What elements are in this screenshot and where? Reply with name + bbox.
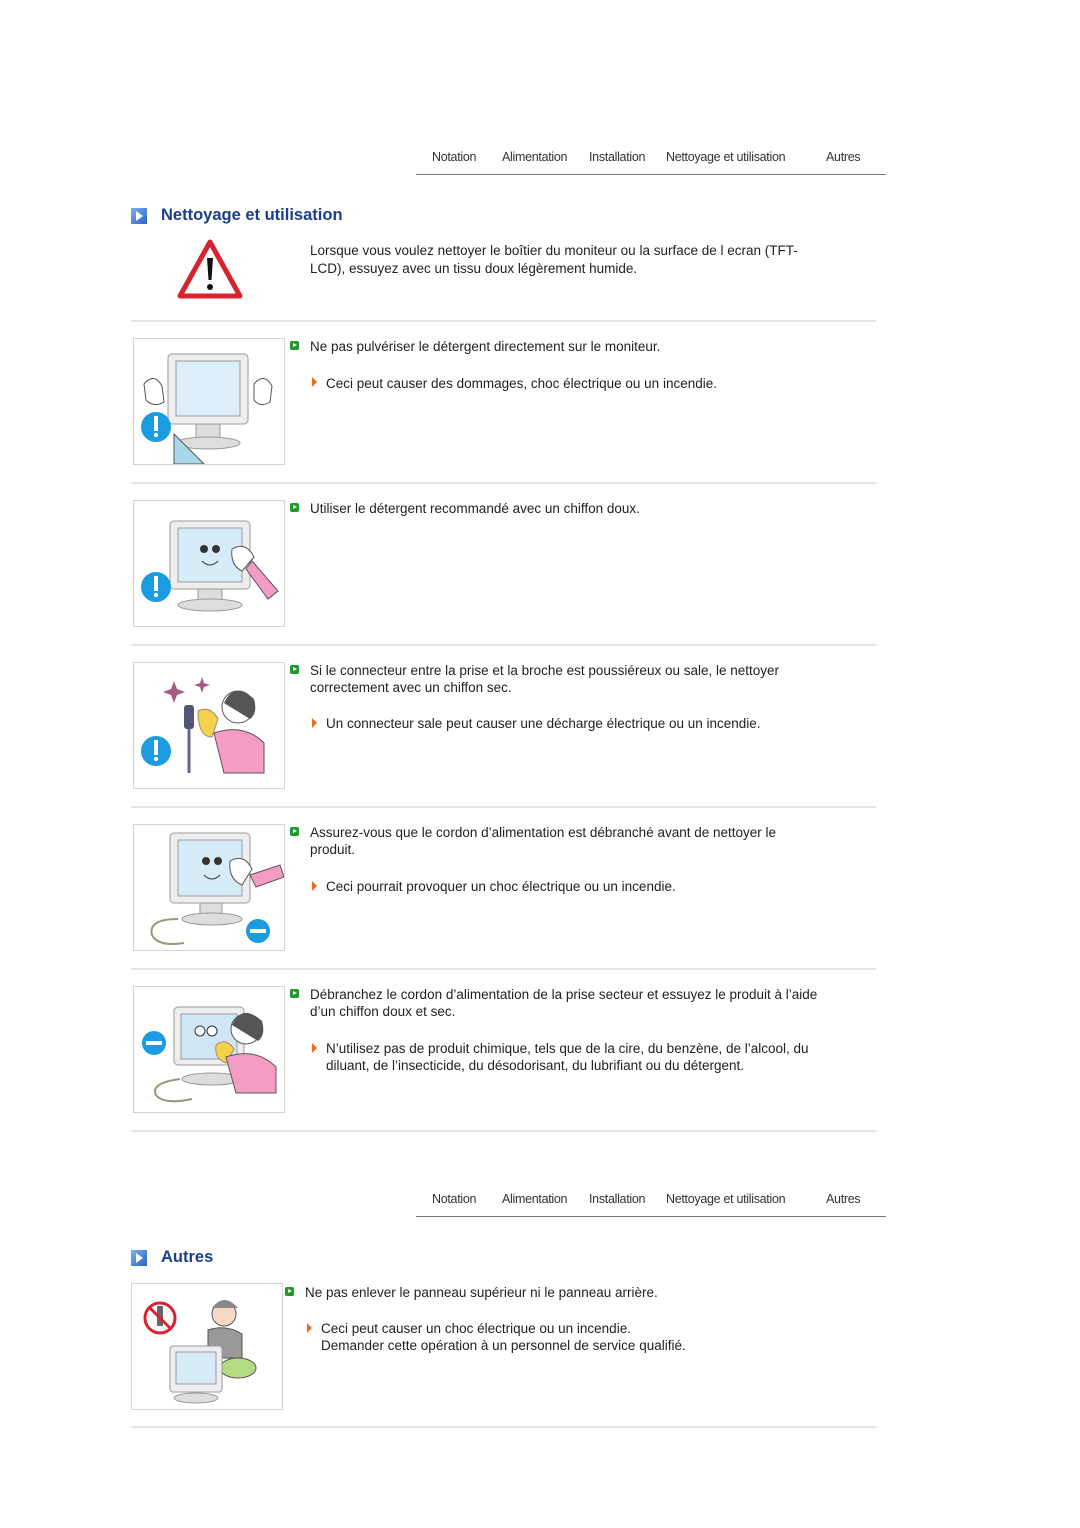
illustration-clean-plug <box>133 662 285 789</box>
divider <box>131 968 876 970</box>
nav-installation[interactable]: Installation <box>589 150 645 164</box>
illustration-spray-monitor <box>133 338 285 465</box>
green-bullet-icon <box>290 503 299 512</box>
play-square-icon <box>131 1249 147 1266</box>
divider <box>131 644 876 646</box>
item-main-text: Utiliser le détergent recommandé avec un… <box>310 501 640 516</box>
section-title-autres: Autres <box>131 1248 213 1267</box>
orange-arrow-icon <box>312 881 317 891</box>
item-sub-text: Ceci peut causer des dommages, choc élec… <box>326 376 717 391</box>
nav-installation[interactable]: Installation <box>589 1192 645 1206</box>
item-sub-text: Ceci pourrait provoquer un choc électriq… <box>326 879 676 894</box>
illustration-unplug-and-wipe <box>133 986 285 1113</box>
item-main-text: Ne pas enlever le panneau supérieur ni l… <box>305 1285 658 1300</box>
nav-autres[interactable]: Autres <box>826 150 861 164</box>
item-main-text: correctement avec un chiffon sec. <box>310 680 512 695</box>
divider <box>131 482 876 484</box>
intro-text-line1: Lorsque vous voulez nettoyer le boîtier … <box>310 243 798 258</box>
green-bullet-icon <box>290 665 299 674</box>
nav-alimentation[interactable]: Alimentation <box>502 1192 567 1206</box>
item-main-text: produit. <box>310 842 356 857</box>
illustration-do-not-open <box>131 1283 283 1410</box>
divider <box>131 1130 876 1132</box>
illustration-unplugged-wipe <box>133 824 285 951</box>
green-bullet-icon <box>290 989 299 998</box>
orange-arrow-icon <box>307 1323 312 1333</box>
item-main-text: d’un chiffon doux et sec. <box>310 1004 456 1019</box>
item-sub-text: diluant, de l’insecticide, du désodorisa… <box>326 1058 745 1073</box>
item-sub-text: Demander cette opération à un personnel … <box>321 1338 686 1353</box>
nav-alimentation[interactable]: Alimentation <box>502 150 567 164</box>
section-title-text: Autres <box>161 1248 214 1266</box>
orange-arrow-icon <box>312 1043 317 1053</box>
green-bullet-icon <box>290 341 299 350</box>
green-bullet-icon <box>290 827 299 836</box>
divider <box>131 320 876 322</box>
orange-arrow-icon <box>312 377 317 387</box>
section-title-text: Nettoyage et utilisation <box>161 206 343 224</box>
nav-notation[interactable]: Notation <box>432 1192 476 1206</box>
item-main-text: Ne pas pulvériser le détergent directeme… <box>310 339 661 354</box>
nav-nettoyage[interactable]: Nettoyage et utilisation <box>666 150 786 164</box>
item-sub-text: N’utilisez pas de produit chimique, tels… <box>326 1041 809 1056</box>
divider <box>131 806 876 808</box>
item-main-text: Débranchez le cordon d’alimentation de l… <box>310 987 818 1002</box>
nav-autres[interactable]: Autres <box>826 1192 861 1206</box>
bottom-nav: Notation Alimentation Installation Netto… <box>416 1182 886 1217</box>
item-main-text: Assurez-vous que le cordon d’alimentatio… <box>310 825 777 840</box>
item-main-text: Si le connecteur entre la prise et la br… <box>310 663 780 678</box>
nav-nettoyage[interactable]: Nettoyage et utilisation <box>666 1192 786 1206</box>
illustration-wipe-monitor <box>133 500 285 627</box>
green-bullet-icon <box>285 1287 294 1296</box>
intro-text-line2: LCD), essuyez avec un tissu doux légèrem… <box>310 261 638 276</box>
orange-arrow-icon <box>312 718 317 728</box>
item-sub-text: Un connecteur sale peut causer une décha… <box>326 716 761 731</box>
item-sub-text: Ceci peut causer un choc électrique ou u… <box>321 1321 631 1336</box>
nav-notation[interactable]: Notation <box>432 150 476 164</box>
divider <box>131 1426 876 1428</box>
section-title-nettoyage: Nettoyage et utilisation <box>131 206 343 225</box>
top-nav: Notation Alimentation Installation Netto… <box>416 140 886 175</box>
warning-triangle-icon <box>177 239 243 299</box>
play-square-icon <box>131 207 147 224</box>
